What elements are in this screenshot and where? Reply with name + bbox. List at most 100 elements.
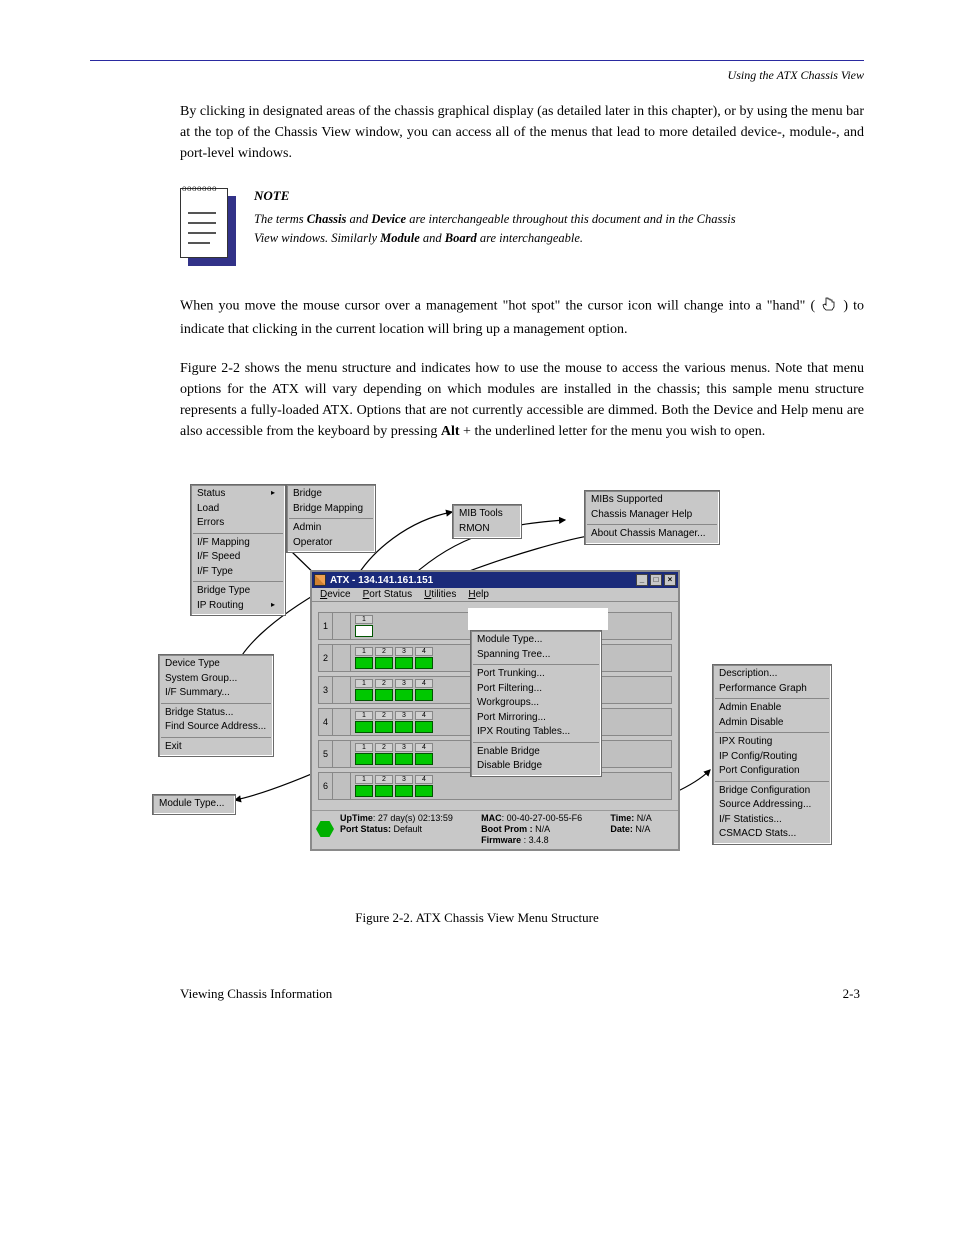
window-title: ATX - 134.141.161.151 <box>330 575 634 586</box>
mi-bridge-mapping[interactable]: Bridge Mapping <box>287 502 375 517</box>
app-icon <box>314 574 326 586</box>
device-menu[interactable]: Device Type System Group... I/F Summary.… <box>158 654 274 757</box>
paragraph-hotspot: When you move the mouse cursor over a ma… <box>90 294 864 340</box>
mi-exit[interactable]: Exit <box>159 740 273 755</box>
mi-port-filtering[interactable]: Port Filtering... <box>471 682 601 697</box>
mi-find-source-address[interactable]: Find Source Address... <box>159 720 273 735</box>
minimize-button[interactable]: _ <box>636 574 648 586</box>
mi-bridge[interactable]: Bridge <box>287 487 375 502</box>
mi-mibs-supported[interactable]: MIBs Supported <box>585 493 719 508</box>
mi-admin-enable[interactable]: Admin Enable <box>713 701 831 716</box>
note-bold-c: Module <box>380 231 420 245</box>
uptime-value: : 27 day(s) 02:13:59 <box>373 813 453 823</box>
mi-operator[interactable]: Operator <box>287 536 375 551</box>
note-label: NOTE <box>254 188 754 204</box>
mi-source-addressing[interactable]: Source Addressing... <box>713 798 831 813</box>
firmware-label: Firmware <box>481 835 521 845</box>
mi-performance-graph[interactable]: Performance Graph <box>713 682 831 697</box>
menu-utilities[interactable]: Utilities <box>422 589 458 600</box>
mi-load[interactable]: Load <box>191 502 285 517</box>
mi-if-type[interactable]: I/F Type <box>191 565 285 580</box>
mi-if-summary[interactable]: I/F Summary... <box>159 686 273 701</box>
note-bold-d: Board <box>445 231 477 245</box>
mi-admin[interactable]: Admin <box>287 521 375 536</box>
mi-device-type[interactable]: Device Type <box>159 657 273 672</box>
mi-if-mapping[interactable]: I/F Mapping <box>191 536 285 551</box>
mi-admin-disable[interactable]: Admin Disable <box>713 716 831 731</box>
mi-port-config[interactable]: Port Configuration <box>713 764 831 779</box>
slot-label <box>333 741 351 767</box>
para3-b: + the underlined letter for the menu you… <box>460 424 766 439</box>
mi-ipx-routing-tables[interactable]: IPX Routing Tables... <box>471 725 601 740</box>
footer-left: Viewing Chassis Information <box>180 986 332 1002</box>
mi-if-statistics[interactable]: I/F Statistics... <box>713 813 831 828</box>
help-menu[interactable]: MIBs Supported Chassis Manager Help Abou… <box>584 490 720 545</box>
slot-number: 5 <box>319 741 333 767</box>
slot-label <box>333 645 351 671</box>
alt-key: Alt <box>441 424 460 439</box>
mi-about-chassis[interactable]: About Chassis Manager... <box>585 527 719 542</box>
firmware-value: : 3.4.8 <box>521 835 549 845</box>
port-status-value: Default <box>391 824 422 834</box>
mi-mib-tools[interactable]: MIB Tools <box>453 507 521 522</box>
port-status-label: Port Status: <box>340 824 391 834</box>
port-status-menu[interactable]: Status Load Errors I/F Mapping I/F Speed… <box>190 484 286 616</box>
mi-ipx-routing[interactable]: IPX Routing <box>713 735 831 750</box>
menu-help[interactable]: Help <box>466 589 491 600</box>
note-bold-a: Chassis <box>307 212 347 226</box>
slot-number: 6 <box>319 773 333 799</box>
mi-errors[interactable]: Errors <box>191 516 285 531</box>
time-value: N/A <box>634 813 652 823</box>
slot-label <box>333 773 351 799</box>
mi-if-speed[interactable]: I/F Speed <box>191 550 285 565</box>
close-button[interactable]: × <box>664 574 676 586</box>
note-text-b: and <box>346 212 371 226</box>
date-value: N/A <box>633 824 651 834</box>
module-popup-menu[interactable]: Module Type... Spanning Tree... Port Tru… <box>470 630 602 777</box>
slot-label <box>333 677 351 703</box>
mi-disable-bridge[interactable]: Disable Bridge <box>471 759 601 774</box>
mi-chassis-help[interactable]: Chassis Manager Help <box>585 508 719 523</box>
menubar[interactable]: Device Port Status Utilities Help <box>312 588 678 602</box>
slot-number: 4 <box>319 709 333 735</box>
mi-enable-bridge[interactable]: Enable Bridge <box>471 745 601 760</box>
mi-ip-config-routing[interactable]: IP Config/Routing <box>713 750 831 765</box>
mi-port-mirroring[interactable]: Port Mirroring... <box>471 711 601 726</box>
maximize-button[interactable]: □ <box>650 574 662 586</box>
mi-bridge-status[interactable]: Bridge Status... <box>159 706 273 721</box>
titlebar[interactable]: ATX - 134.141.161.151 _ □ × <box>312 572 678 588</box>
menu-device[interactable]: Device <box>318 589 353 600</box>
note-bold-b: Device <box>371 212 406 226</box>
mi-port-trunking[interactable]: Port Trunking... <box>471 667 601 682</box>
boot-value: N/A <box>533 824 551 834</box>
mi-bridge-config[interactable]: Bridge Configuration <box>713 784 831 799</box>
mi-bridge-type[interactable]: Bridge Type <box>191 584 285 599</box>
mac-value: : 00-40-27-00-55-F6 <box>502 813 583 823</box>
note-text-a: The terms <box>254 212 307 226</box>
mi-module-type-small[interactable]: Module Type... <box>153 797 235 812</box>
module-type-menu[interactable]: Module Type... <box>152 794 236 815</box>
slot-number: 1 <box>319 613 333 639</box>
note-text-e: are interchangeable. <box>477 231 583 245</box>
mi-csmacd-stats[interactable]: CSMACD Stats... <box>713 827 831 842</box>
mi-description[interactable]: Description... <box>713 667 831 682</box>
mi-spanning-tree[interactable]: Spanning Tree... <box>471 648 601 663</box>
slot-number: 2 <box>319 645 333 671</box>
port-status-submenu[interactable]: Bridge Bridge Mapping Admin Operator <box>286 484 376 553</box>
slot-label <box>333 709 351 735</box>
paragraph-menu-structure: Figure 2-2 shows the menu structure and … <box>90 358 864 442</box>
menu-port-status[interactable]: Port Status <box>361 589 414 600</box>
callout-highlight <box>468 608 608 630</box>
figure-2-2: Status Load Errors I/F Mapping I/F Speed… <box>150 460 850 890</box>
slot-number: 3 <box>319 677 333 703</box>
port-menu[interactable]: Description... Performance Graph Admin E… <box>712 664 832 845</box>
mi-system-group[interactable]: System Group... <box>159 672 273 687</box>
time-label: Time: <box>610 813 634 823</box>
status-indicator-icon <box>316 821 334 837</box>
mi-status[interactable]: Status <box>191 487 285 502</box>
mi-workgroups[interactable]: Workgroups... <box>471 696 601 711</box>
utilities-menu[interactable]: MIB Tools RMON <box>452 504 522 539</box>
mi-ip-routing[interactable]: IP Routing <box>191 599 285 614</box>
mi-rmon[interactable]: RMON <box>453 522 521 537</box>
mi-module-type[interactable]: Module Type... <box>471 633 601 648</box>
